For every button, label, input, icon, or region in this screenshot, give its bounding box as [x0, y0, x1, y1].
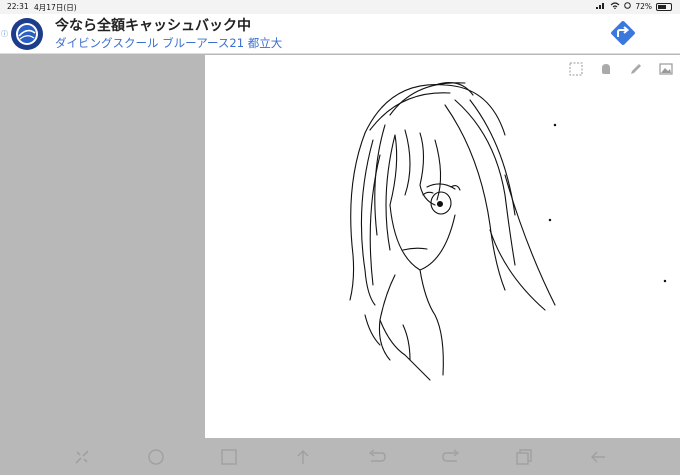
battery-icon	[656, 2, 672, 11]
wifi-icon	[610, 2, 620, 11]
bottom-nav-bar	[0, 438, 680, 475]
pencil-icon[interactable]	[627, 60, 644, 77]
status-indicators: 72%	[596, 2, 672, 11]
copy-icon[interactable]	[511, 444, 537, 470]
ad-subtitle[interactable]: ダイビングスクール ブルーアース21 都立大	[55, 35, 282, 51]
tools-icon[interactable]	[69, 444, 95, 470]
location-icon	[624, 2, 632, 11]
square-icon[interactable]	[216, 444, 242, 470]
select-rect-icon[interactable]	[567, 60, 584, 77]
advertiser-logo-icon[interactable]	[10, 17, 44, 55]
ad-info-icon[interactable]: ⓘ	[1, 29, 8, 39]
sketch-drawing	[349, 82, 667, 381]
battery-percent: 72%	[635, 2, 652, 11]
redo-icon[interactable]	[438, 444, 464, 470]
image-icon[interactable]	[657, 60, 674, 77]
status-bar: 22:31 4月17日(日) 72%	[0, 0, 680, 14]
ad-title[interactable]: 今なら全額キャッシュバック中	[55, 15, 251, 35]
back-arrow-icon[interactable]	[585, 444, 611, 470]
undo-icon[interactable]	[364, 444, 390, 470]
circle-icon[interactable]	[143, 444, 169, 470]
ad-banner[interactable]: ⓘ 今なら全額キャッシュバック中 ダイビングスクール ブルーアース21 都立大	[0, 14, 680, 54]
directions-arrow-icon[interactable]	[608, 18, 638, 52]
status-date: 4月17日(日)	[34, 3, 77, 12]
drawing-canvas[interactable]	[205, 55, 680, 438]
status-time: 22:31	[7, 2, 29, 11]
undo-hand-icon[interactable]	[597, 60, 614, 77]
signal-icon	[596, 2, 606, 11]
arrow-up-icon[interactable]	[290, 444, 316, 470]
canvas-toolbar	[567, 60, 674, 77]
